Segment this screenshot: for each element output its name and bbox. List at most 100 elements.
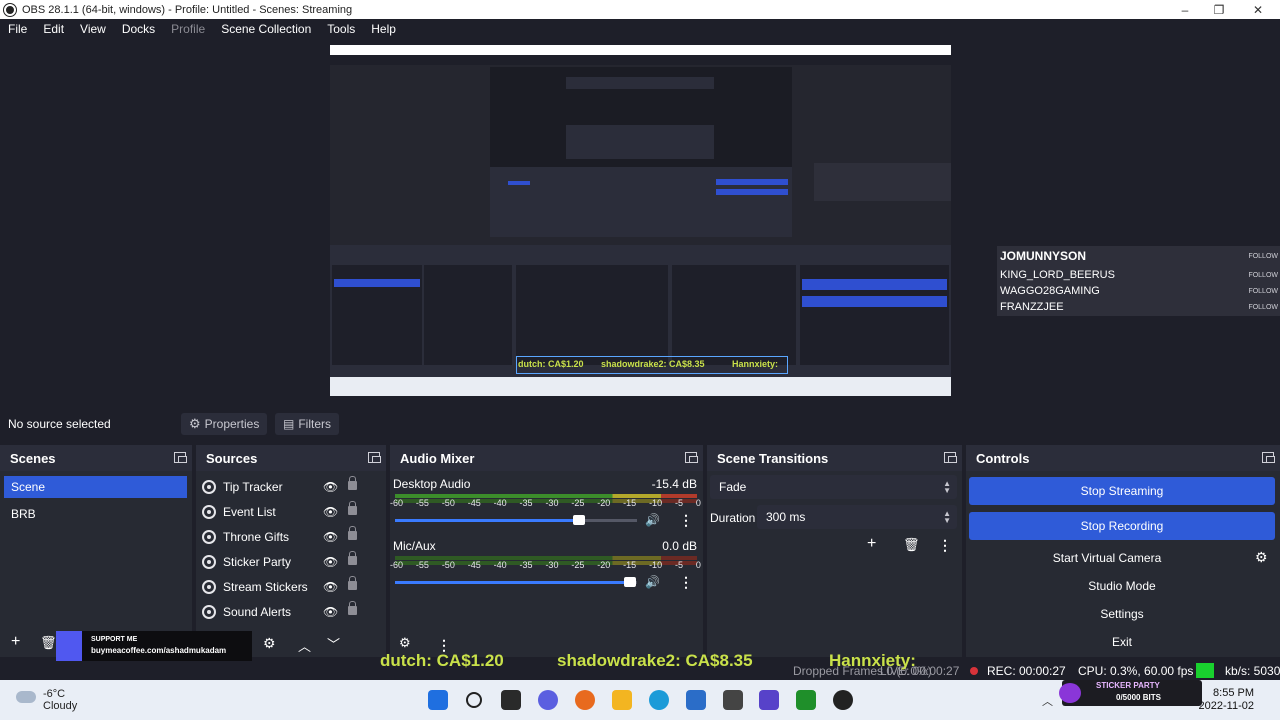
ticker-item: Hannxiety: [829,651,916,670]
menu-tools[interactable]: Tools [319,22,363,36]
menu-edit[interactable]: Edit [35,22,72,36]
channel-db: -15.4 dB [651,477,697,491]
maximize-button[interactable]: ❐ [1199,0,1239,19]
source-item[interactable]: Sticker Party 👁 [202,551,382,573]
temperature: -6°C [43,688,66,700]
chat-username: KING_LORD_BEERUS [1000,269,1115,281]
xbox-icon[interactable] [796,690,816,710]
scenes-dock: Scenes Scene BRB + 🗑 [0,445,192,657]
mixer-menu-kebab-icon[interactable]: ⋮ [437,638,451,652]
meter-scale: -60 -55 -50 -45 -40 -35 -30 -25 -20 -15 -10 -5 0 [390,560,701,570]
start-virtual-camera-button[interactable]: Start Virtual Camera [969,545,1245,571]
stop-streaming-button[interactable]: Stop Streaming [969,477,1275,505]
audio-mixer-title: Audio Mixer [400,450,475,466]
scene-item-brb[interactable]: BRB [4,503,187,525]
close-button[interactable]: ✕ [1238,0,1278,19]
tray-chevron-up-icon[interactable]: ︿ [1042,693,1053,709]
remove-transition-icon[interactable]: 🗑 [903,537,920,553]
filters-button[interactable]: ▤ Filters [275,413,340,435]
file-explorer-icon[interactable] [612,690,632,710]
lock-icon[interactable] [348,551,357,565]
menu-profile[interactable]: Profile [163,22,213,36]
move-down-chevron-icon[interactable]: ﹀ [327,634,340,653]
app-icon[interactable] [723,690,743,710]
properties-button[interactable]: ⚙ Properties [181,413,268,435]
filters-label: Filters [298,417,332,431]
preview-canvas[interactable]: dutch: CA$1.20 shadowdrake2: CA$8.35 Han… [330,45,951,396]
browser-source-icon [202,480,216,494]
virtual-camera-gear-icon[interactable]: ⚙ [1255,549,1268,566]
source-item[interactable]: Event List 👁 [202,501,382,523]
source-item[interactable]: Tip Tracker 👁 [202,476,382,498]
scene-label: Scene [11,480,46,494]
coffee-cup-icon [56,631,82,661]
add-scene-button[interactable]: + [11,633,20,651]
stop-recording-button[interactable]: Stop Recording [969,512,1275,540]
lock-icon[interactable] [348,476,357,490]
duration-spinbox[interactable]: 300 ms ▲ ▼ [757,505,957,529]
studio-mode-button[interactable]: Studio Mode [969,573,1275,599]
edge-icon[interactable] [649,690,669,710]
undock-icon[interactable] [944,452,957,463]
undock-icon[interactable] [685,452,698,463]
visibility-eye-icon[interactable]: 👁 [323,580,338,594]
lock-icon[interactable] [348,501,357,515]
source-item[interactable]: Throne Gifts 👁 [202,526,382,548]
lock-icon[interactable] [348,526,357,540]
visibility-eye-icon[interactable]: 👁 [323,480,338,494]
visibility-eye-icon[interactable]: 👁 [323,555,338,569]
volume-slider[interactable] [395,577,637,587]
source-settings-gear-icon[interactable]: ⚙ [263,635,276,652]
source-label: Throne Gifts [223,530,290,544]
menu-scene-collection[interactable]: Scene Collection [213,22,319,36]
support-me-widget: SUPPORT ME buymeacoffee.com/ashadmukadam [56,631,252,661]
exit-button[interactable]: Exit [969,629,1275,655]
task-view-icon[interactable] [501,690,521,710]
settings-button[interactable]: Settings [969,601,1275,627]
speaker-icon[interactable]: 🔊 [645,513,660,527]
visibility-eye-icon[interactable]: 👁 [323,530,338,544]
move-up-chevron-icon[interactable]: ︿ [298,636,311,655]
visibility-eye-icon[interactable]: 👁 [323,605,338,619]
menu-help[interactable]: Help [363,22,404,36]
lock-icon[interactable] [348,576,357,590]
windows-start-icon[interactable] [428,690,448,710]
preview-ticker-item: shadowdrake2: CA$8.35 [601,359,705,369]
store-icon[interactable] [686,690,706,710]
scene-item-scene[interactable]: Scene [4,476,187,498]
firefox-icon[interactable] [575,690,595,710]
preview-nested-titlebar [330,45,951,55]
lock-icon[interactable] [348,601,357,615]
menu-docks[interactable]: Docks [114,22,163,36]
transition-menu-kebab-icon[interactable]: ⋮ [938,538,952,552]
volume-slider[interactable] [395,515,637,525]
ticker-item: dutch: CA$1.20 [380,651,504,670]
volume-slider-handle[interactable] [623,577,636,587]
chat-icon[interactable] [538,690,558,710]
remove-scene-icon[interactable]: 🗑 [40,635,57,651]
search-icon[interactable] [466,692,482,708]
menu-view[interactable]: View [72,22,114,36]
channel-kebab-icon[interactable]: ⋮ [679,513,693,527]
mixer-settings-gear-icon[interactable]: ⚙ [399,635,411,651]
preview-nested-chat [814,163,951,201]
undock-icon[interactable] [1262,452,1275,463]
spin-arrows-icon[interactable]: ▲ ▼ [943,510,951,525]
controls-title: Controls [976,450,1030,466]
visual-studio-icon[interactable] [759,690,779,710]
speaker-icon[interactable]: 🔊 [645,575,660,589]
system-clock[interactable]: 8:55 PM 2022-11-02 [1199,687,1254,713]
transition-select[interactable]: Fade ▲ ▼ [710,475,957,499]
source-item[interactable]: Stream Stickers 👁 [202,576,382,598]
undock-icon[interactable] [368,452,381,463]
volume-slider-handle[interactable] [572,515,585,525]
menu-file[interactable]: File [0,22,35,36]
channel-kebab-icon[interactable]: ⋮ [679,575,693,589]
visibility-eye-icon[interactable]: 👁 [323,505,338,519]
scene-transitions-dock-header: Scene Transitions [707,445,962,471]
obs-taskbar-icon[interactable] [833,690,853,710]
source-item[interactable]: Sound Alerts 👁 [202,601,382,623]
gear-icon: ⚙ [189,416,201,431]
undock-icon[interactable] [174,452,187,463]
add-transition-button[interactable]: + [867,535,876,553]
